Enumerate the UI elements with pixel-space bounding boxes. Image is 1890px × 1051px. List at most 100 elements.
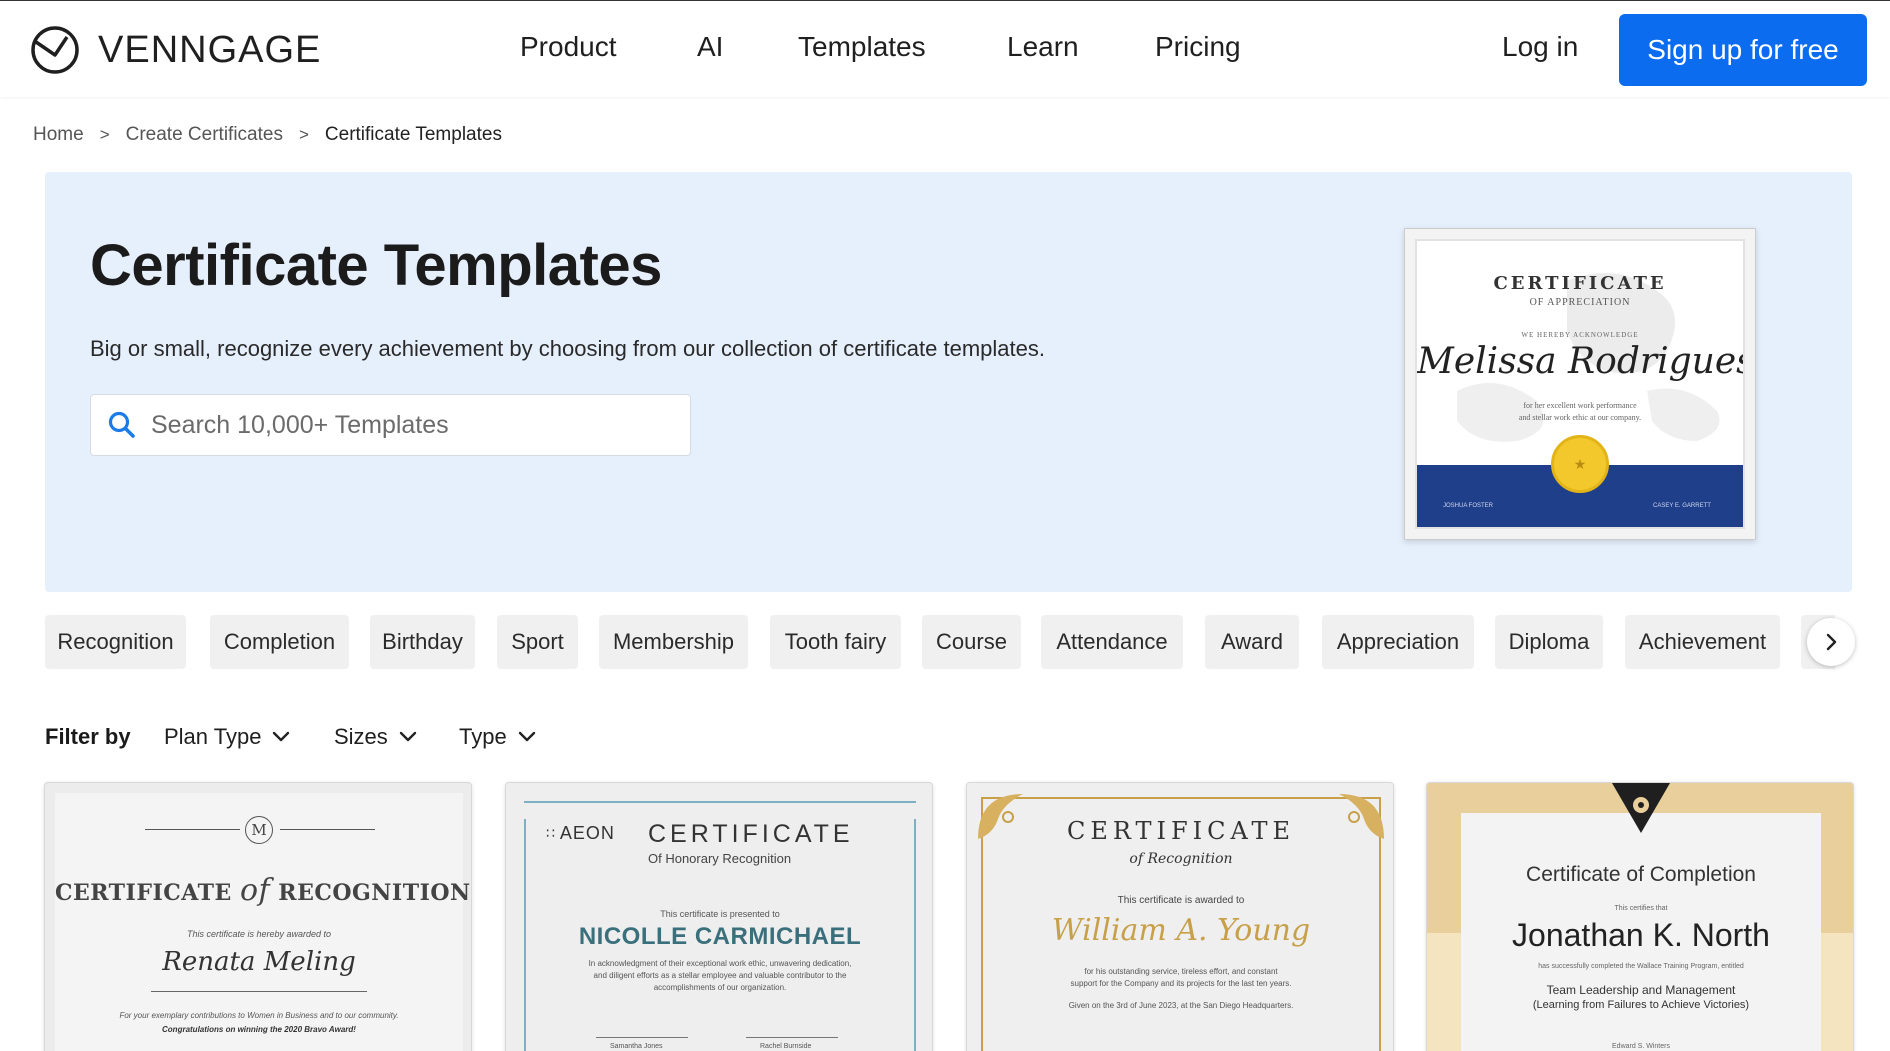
preview-acknowledge: WE HEREBY ACKNOWLEDGE — [1521, 331, 1639, 339]
card4-ribbon-badge — [1612, 783, 1670, 833]
card4-gold-band-left — [1427, 933, 1461, 1051]
certificate-paper: ∷ AEON CERTIFICATE Of Honorary Recogniti… — [506, 783, 932, 1051]
card2-recipient-name: NICOLLE CARMICHAEL — [578, 923, 862, 950]
category-chip-achievement[interactable]: Achievement — [1625, 615, 1780, 669]
ornament-line-right — [280, 829, 375, 830]
filter-label: Filter by — [45, 724, 131, 749]
chevron-down-icon — [518, 731, 535, 742]
template-card-recognition[interactable]: M CERTIFICATE of RECOGNITION This certif… — [44, 782, 472, 1051]
signup-button[interactable]: Sign up for free — [1619, 14, 1867, 86]
card1-title-of: of — [239, 873, 271, 908]
nav-product[interactable]: Product — [520, 31, 617, 63]
search-input[interactable] — [151, 410, 671, 440]
page-subtitle: Big or small, recognize every achievemen… — [90, 336, 1045, 361]
card2-sign-right: Rachel Burnside — [760, 1043, 812, 1050]
nav-ai[interactable]: AI — [697, 31, 723, 63]
category-chip-sport[interactable]: Sport — [497, 615, 578, 669]
card2-sign-line-right — [746, 1037, 838, 1038]
card2-body-line1: In acknowledgment of their exceptional w… — [588, 959, 852, 968]
card1-body-line1: For your exemplary contributions to Wome… — [119, 1011, 399, 1020]
card2-presented-text: This certificate is presented to — [660, 909, 780, 919]
chevron-down-icon — [273, 731, 290, 742]
card3-awarded-text: This certificate is awarded to — [1117, 895, 1245, 906]
certificate-paper: CERTIFICATE of Recognition This certific… — [967, 783, 1393, 1051]
preview-body-line1: for her excellent work performance — [1523, 401, 1637, 410]
card4-completed-text: has successfully completed the Wallace T… — [1538, 963, 1744, 970]
breadcrumb-current: Certificate Templates — [324, 124, 502, 145]
preview-recipient-name: Melissa Rodrigues — [1417, 341, 1745, 382]
chevron-right-icon — [1826, 633, 1837, 651]
template-card-honorary-recognition[interactable]: ∷ AEON CERTIFICATE Of Honorary Recogniti… — [505, 782, 933, 1051]
category-chip-course[interactable]: Course — [922, 615, 1021, 669]
template-card-william-young[interactable]: CERTIFICATE of Recognition This certific… — [966, 782, 1394, 1051]
certificate-paper: M CERTIFICATE of RECOGNITION This certif… — [55, 793, 470, 1051]
card3-title: CERTIFICATE — [1066, 817, 1296, 845]
hero-certificate-paper: CERTIFICATE OF APPRECIATION WE HEREBY AC… — [1415, 239, 1745, 529]
breadcrumb-home[interactable]: Home — [33, 124, 84, 146]
filter-type-dropdown[interactable]: Type — [459, 724, 537, 750]
category-chip-diploma[interactable]: Diploma — [1495, 615, 1603, 669]
card2-sign-line-left — [596, 1037, 688, 1038]
card4-program-line2: (Learning from Failures to Achieve Victo… — [1532, 999, 1750, 1011]
template-card-completion[interactable]: Certificate of Completion This certifies… — [1426, 782, 1854, 1051]
card2-top-rule — [524, 801, 916, 803]
card2-brand-name: AEON — [559, 823, 615, 843]
filter-plan-type-label: Plan Type — [164, 724, 262, 749]
nav-learn[interactable]: Learn — [1007, 31, 1079, 63]
card3-subtitle: of Recognition — [1129, 851, 1233, 867]
breadcrumb-separator: > — [99, 125, 110, 144]
category-chip-tooth-fairy[interactable]: Tooth fairy — [770, 615, 901, 669]
card4-certifies-text: This certifies that — [1614, 905, 1668, 912]
breadcrumb-create-certificates[interactable]: Create Certificates — [126, 124, 283, 146]
card4-gold-band-right — [1821, 933, 1853, 1051]
ornament-line-left — [145, 829, 240, 830]
card1-recipient-name: Renata Meling — [162, 947, 356, 977]
card4-recipient-name: Jonathan K. North — [1512, 917, 1770, 953]
card3-body-line2: support for the Company and its projects… — [1070, 979, 1292, 988]
venngage-logo[interactable]: VENNGAGE — [30, 25, 321, 75]
nav-templates[interactable]: Templates — [798, 31, 926, 63]
category-chip-award[interactable]: Award — [1205, 615, 1299, 669]
card1-title-left: CERTIFICATE — [55, 880, 232, 906]
card1-awarded-text: This certificate is hereby awarded to — [186, 929, 332, 939]
category-chip-completion[interactable]: Completion — [210, 615, 349, 669]
card4-title: Certificate of Completion — [1526, 863, 1756, 886]
chevron-down-icon — [399, 731, 416, 742]
nav-pricing[interactable]: Pricing — [1155, 31, 1241, 63]
breadcrumb: Home > Create Certificates > Certificate… — [33, 124, 502, 146]
filter-sizes-dropdown[interactable]: Sizes — [334, 724, 418, 750]
preview-gold-seal: ★ — [1551, 435, 1609, 493]
page-title: Certificate Templates — [90, 233, 662, 298]
card1-name-underline — [151, 991, 367, 992]
card3-recipient-name: William A. Young — [1051, 913, 1311, 948]
card1-body-line2: Congratulations on winning the 2020 Brav… — [162, 1025, 356, 1034]
hero-certificate-preview: CERTIFICATE OF APPRECIATION WE HEREBY AC… — [1404, 228, 1756, 540]
card1-title-right: RECOGNITION — [278, 880, 471, 906]
category-chip-birthday[interactable]: Birthday — [370, 615, 475, 669]
card2-subtitle: Of Honorary Recognition — [648, 851, 792, 866]
breadcrumb-separator: > — [298, 125, 309, 144]
filter-sizes-label: Sizes — [334, 724, 388, 749]
card4-program-line1: Team Leadership and Management — [1546, 983, 1736, 997]
card2-sign-left: Samantha Jones — [610, 1043, 663, 1050]
card3-body-line1: for his outstanding service, tireless ef… — [1084, 967, 1278, 976]
search-box[interactable] — [90, 394, 691, 456]
category-chip-recognition[interactable]: Recognition — [45, 615, 186, 669]
preview-subheading: OF APPRECIATION — [1529, 297, 1631, 308]
category-chip-appreciation[interactable]: Appreciation — [1322, 615, 1474, 669]
hero-banner: Certificate Templates Big or small, reco… — [45, 172, 1852, 592]
card3-body-line3: Given on the 3rd of June 2023, at the Sa… — [1068, 1001, 1294, 1010]
certificate-paper: Certificate of Completion This certifies… — [1461, 813, 1821, 1051]
brand-name: VENNGAGE — [98, 28, 322, 71]
filter-plan-type-dropdown[interactable]: Plan Type — [164, 724, 291, 750]
venngage-logo-icon — [31, 26, 79, 74]
card2-title: CERTIFICATE — [648, 820, 854, 848]
category-chip-attendance[interactable]: Attendance — [1041, 615, 1183, 669]
category-chips: Recognition Completion Birthday Sport Me… — [45, 615, 1835, 669]
card4-signature: Edward S. Winters — [1612, 1043, 1670, 1050]
category-chip-membership[interactable]: Membership — [599, 615, 748, 669]
categories-next-button[interactable] — [1807, 618, 1855, 666]
preview-signature-left: JOSHUA FOSTER — [1443, 503, 1494, 509]
top-navigation-bar: VENNGAGE Product AI Templates Learn Pric… — [0, 0, 1890, 97]
login-link[interactable]: Log in — [1502, 31, 1578, 63]
